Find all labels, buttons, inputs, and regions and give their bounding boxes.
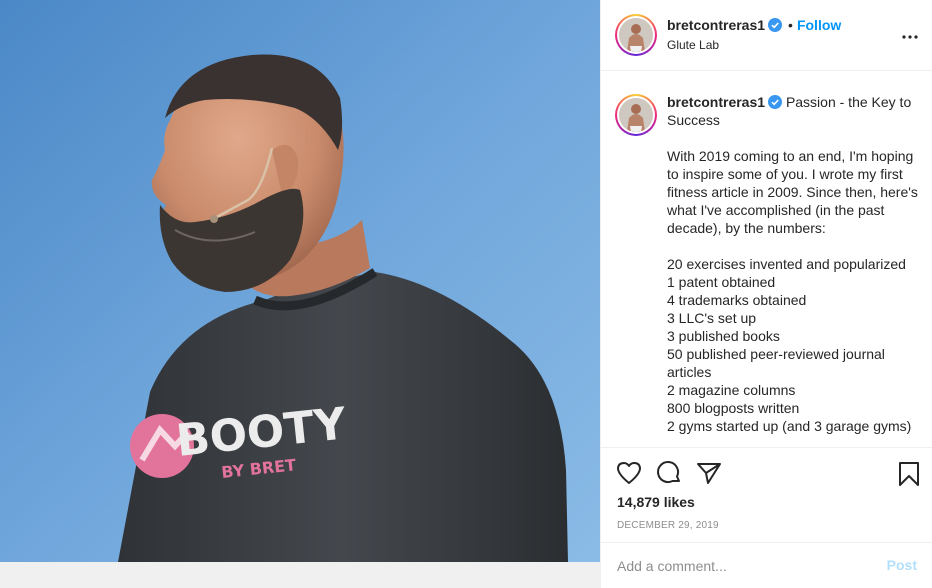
caption-username-link[interactable]: bretcontreras1	[667, 94, 765, 110]
profile-avatar[interactable]	[615, 14, 657, 56]
comments-section[interactable]: bretcontreras1 Passion - the Key to Succ…	[601, 71, 932, 447]
share-icon[interactable]	[696, 461, 722, 485]
verified-badge-icon	[768, 18, 783, 32]
comment-input[interactable]	[617, 555, 877, 577]
header-user-line: bretcontreras1 • Follow	[667, 17, 841, 33]
post-sidebar: bretcontreras1 • Follow Glute Lab bretcont	[600, 0, 932, 588]
heart-icon[interactable]	[616, 461, 642, 485]
caption-text: bretcontreras1 Passion - the Key to Succ…	[667, 93, 919, 435]
comment-bar: Post	[601, 542, 932, 588]
caption-line: 800 blogposts written	[667, 400, 800, 416]
caption-line: 2 magazine columns	[667, 382, 796, 398]
follow-separator: •	[788, 17, 793, 33]
caption-paragraph: With 2019 coming to an end, I'm hoping t…	[667, 148, 918, 236]
caption-line: 1 patent obtained	[667, 274, 776, 290]
more-horizontal-icon[interactable]	[901, 24, 919, 44]
caption-heading: bretcontreras1 Passion - the Key to Succ…	[667, 93, 919, 129]
post-image[interactable]: BOOTY BY BRET	[0, 0, 600, 588]
post-actions: 14,879 likes DECEMBER 29, 2019 Post	[601, 447, 932, 588]
post-comment-button[interactable]: Post	[887, 557, 917, 573]
caption-line: 3 published books	[667, 328, 780, 344]
username-link[interactable]: bretcontreras1	[667, 17, 765, 33]
post-header: bretcontreras1 • Follow Glute Lab	[601, 0, 932, 71]
post-photo: BOOTY BY BRET	[0, 0, 600, 588]
bookmark-icon[interactable]	[897, 461, 921, 487]
location-link[interactable]: Glute Lab	[667, 38, 719, 52]
caption-line: 4 trademarks obtained	[667, 292, 807, 308]
follow-button[interactable]: Follow	[797, 17, 841, 33]
post-date[interactable]: DECEMBER 29, 2019	[617, 520, 719, 531]
verified-badge-icon	[768, 95, 783, 109]
caption-line: 3 LLC's set up	[667, 310, 757, 326]
likes-count[interactable]: 14,879 likes	[617, 494, 695, 510]
comment-icon[interactable]	[656, 461, 682, 485]
caption-line: 50 published peer-reviewed journal artic…	[667, 346, 885, 380]
caption-line: 20 exercises invented and popularized	[667, 256, 906, 272]
caption-avatar[interactable]	[615, 94, 657, 136]
caption-line: 2 gyms started up (and 3 garage gyms)	[667, 418, 912, 434]
